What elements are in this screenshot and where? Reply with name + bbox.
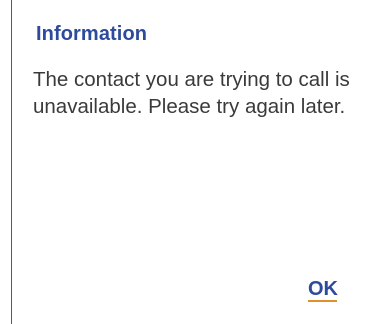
dialog-message: The contact you are trying to call is un… xyxy=(33,68,350,118)
ok-button-label: OK xyxy=(308,278,338,300)
ok-button-underline xyxy=(308,300,337,302)
dialog-title: Information xyxy=(36,23,148,45)
ok-button[interactable]: OK xyxy=(298,274,348,308)
information-dialog: Information The contact you are trying t… xyxy=(11,0,380,324)
